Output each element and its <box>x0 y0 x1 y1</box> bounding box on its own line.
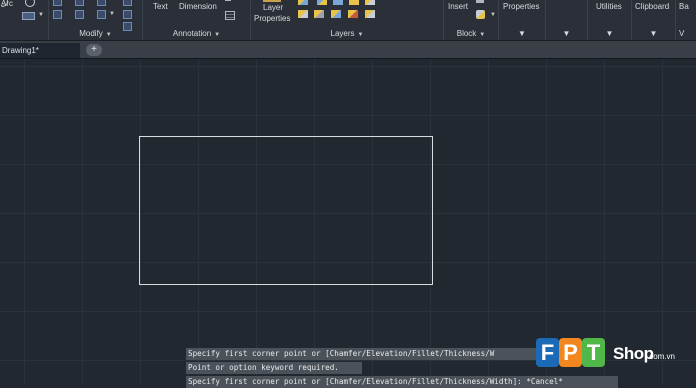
command-history-line-2: Point or option keyword required. <box>186 362 362 374</box>
clipboard-expand[interactable]: ▼ <box>632 29 675 38</box>
modify-panel: ▼ Modify ▼ <box>49 0 143 40</box>
dimension-tool-label[interactable]: Dimension <box>179 2 217 11</box>
fillet-icon[interactable] <box>97 10 106 19</box>
layer-lock-icon[interactable] <box>349 0 359 5</box>
block-panel: Insert ▼ Block ▼ <box>444 0 499 40</box>
layer-isolate-icon[interactable] <box>317 0 327 5</box>
arc-label[interactable]: Arc <box>1 0 13 8</box>
layer-properties-icon[interactable] <box>263 0 281 2</box>
modify-expand-icon: ▼ <box>105 32 112 38</box>
layers-panel-title[interactable]: Layers ▼ <box>251 29 443 38</box>
annotation-panel: Text Dimension Annotation ▼ <box>143 0 251 40</box>
logo-letter-t: T <box>582 338 605 367</box>
copy-icon[interactable] <box>53 10 62 19</box>
block-expand-icon: ▼ <box>479 32 486 38</box>
logo-letter-f: F <box>536 338 559 367</box>
layer-freeze-icon[interactable] <box>333 0 343 5</box>
groups-expand[interactable]: ▼ <box>546 29 587 38</box>
fillet-dropdown[interactable]: ▼ <box>109 11 115 17</box>
annotation-panel-title[interactable]: Annotation ▼ <box>143 29 250 38</box>
layers-title-text: Layers <box>330 29 355 38</box>
trim-icon[interactable] <box>97 0 106 6</box>
base-label[interactable]: Ba <box>679 2 689 11</box>
properties-expand[interactable]: ▼ <box>499 29 545 38</box>
layer-properties-label-line1[interactable]: Layer <box>263 3 283 12</box>
edit-block-icon[interactable] <box>476 10 485 19</box>
properties-panel: Properties ▼ <box>499 0 546 40</box>
block-tools-dropdown[interactable]: ▼ <box>490 12 496 18</box>
layer-delete-icon[interactable] <box>348 10 358 18</box>
dimension-icon[interactable] <box>225 0 231 4</box>
utilities-expand-icon: ▼ <box>605 29 614 38</box>
clipboard-expand-icon: ▼ <box>649 29 658 38</box>
insert-label[interactable]: Insert <box>448 2 468 11</box>
drawn-rectangle[interactable] <box>139 136 433 285</box>
utilities-panel: Utilities ▼ <box>588 0 632 40</box>
draw-panel: Arc ▼ <box>0 0 49 40</box>
clipboard-panel: Clipboard ▼ <box>632 0 676 40</box>
layer-match-icon[interactable] <box>365 0 375 5</box>
text-tool-label[interactable]: Text <box>153 2 168 11</box>
draw-more-dropdown[interactable]: ▼ <box>38 12 44 18</box>
annotation-expand-icon: ▼ <box>214 32 221 38</box>
rotate-icon[interactable] <box>75 0 84 6</box>
view-title-text: V <box>679 29 685 38</box>
layer-properties-label-line2[interactable]: Properties <box>254 14 290 23</box>
layer-merge-icon[interactable] <box>365 10 375 18</box>
table-icon[interactable] <box>225 11 235 20</box>
circle-tool-icon[interactable] <box>25 0 35 7</box>
ribbon: Arc ▼ ▼ Modify ▼ Text Dimension Annotatio… <box>0 0 696 41</box>
file-tab-bar: Drawing1* + <box>0 41 696 59</box>
view-panel-title[interactable]: V <box>679 29 696 38</box>
mirror-icon[interactable] <box>75 10 84 19</box>
block-title-text: Block <box>456 29 477 38</box>
layers-panel: Layer Properties Layers ▼ <box>251 0 444 40</box>
logo-domain-text: .com.vn <box>647 352 676 361</box>
properties-expand-icon: ▼ <box>518 29 526 38</box>
command-history-line-1: Specify first corner point or [Chamfer/E… <box>186 348 536 360</box>
layer-unisolate-icon[interactable] <box>314 10 324 18</box>
groups-expand-icon: ▼ <box>562 29 571 38</box>
command-history-line-3: Specify first corner point or [Chamfer/E… <box>186 376 618 388</box>
base-panel: Ba V <box>676 0 696 40</box>
create-block-icon[interactable] <box>476 0 484 3</box>
groups-panel: ▼ <box>546 0 588 40</box>
block-panel-title[interactable]: Block ▼ <box>444 29 498 38</box>
tab-drawing1[interactable]: Drawing1* <box>0 43 80 58</box>
explode-icon[interactable] <box>123 10 132 19</box>
layer-off-icon[interactable] <box>298 0 308 5</box>
layers-expand-icon: ▼ <box>357 32 364 38</box>
clipboard-label[interactable]: Clipboard <box>635 2 669 11</box>
move-icon[interactable] <box>53 0 62 6</box>
layer-walk-icon[interactable] <box>298 10 308 18</box>
modify-panel-title[interactable]: Modify ▼ <box>49 29 142 38</box>
modify-title-text: Modify <box>79 29 103 38</box>
utilities-expand[interactable]: ▼ <box>588 29 631 38</box>
layer-thaw-icon[interactable] <box>331 10 341 18</box>
logo-letter-p: P <box>559 338 582 367</box>
new-tab-button[interactable]: + <box>86 44 102 56</box>
annotation-title-text: Annotation <box>172 29 212 38</box>
erase-icon[interactable] <box>123 0 132 6</box>
hatch-icon[interactable] <box>22 12 35 20</box>
fptshop-watermark: F P T Shop .com.vn <box>536 338 696 370</box>
utilities-label[interactable]: Utilities <box>596 2 622 11</box>
properties-label[interactable]: Properties <box>503 2 539 11</box>
